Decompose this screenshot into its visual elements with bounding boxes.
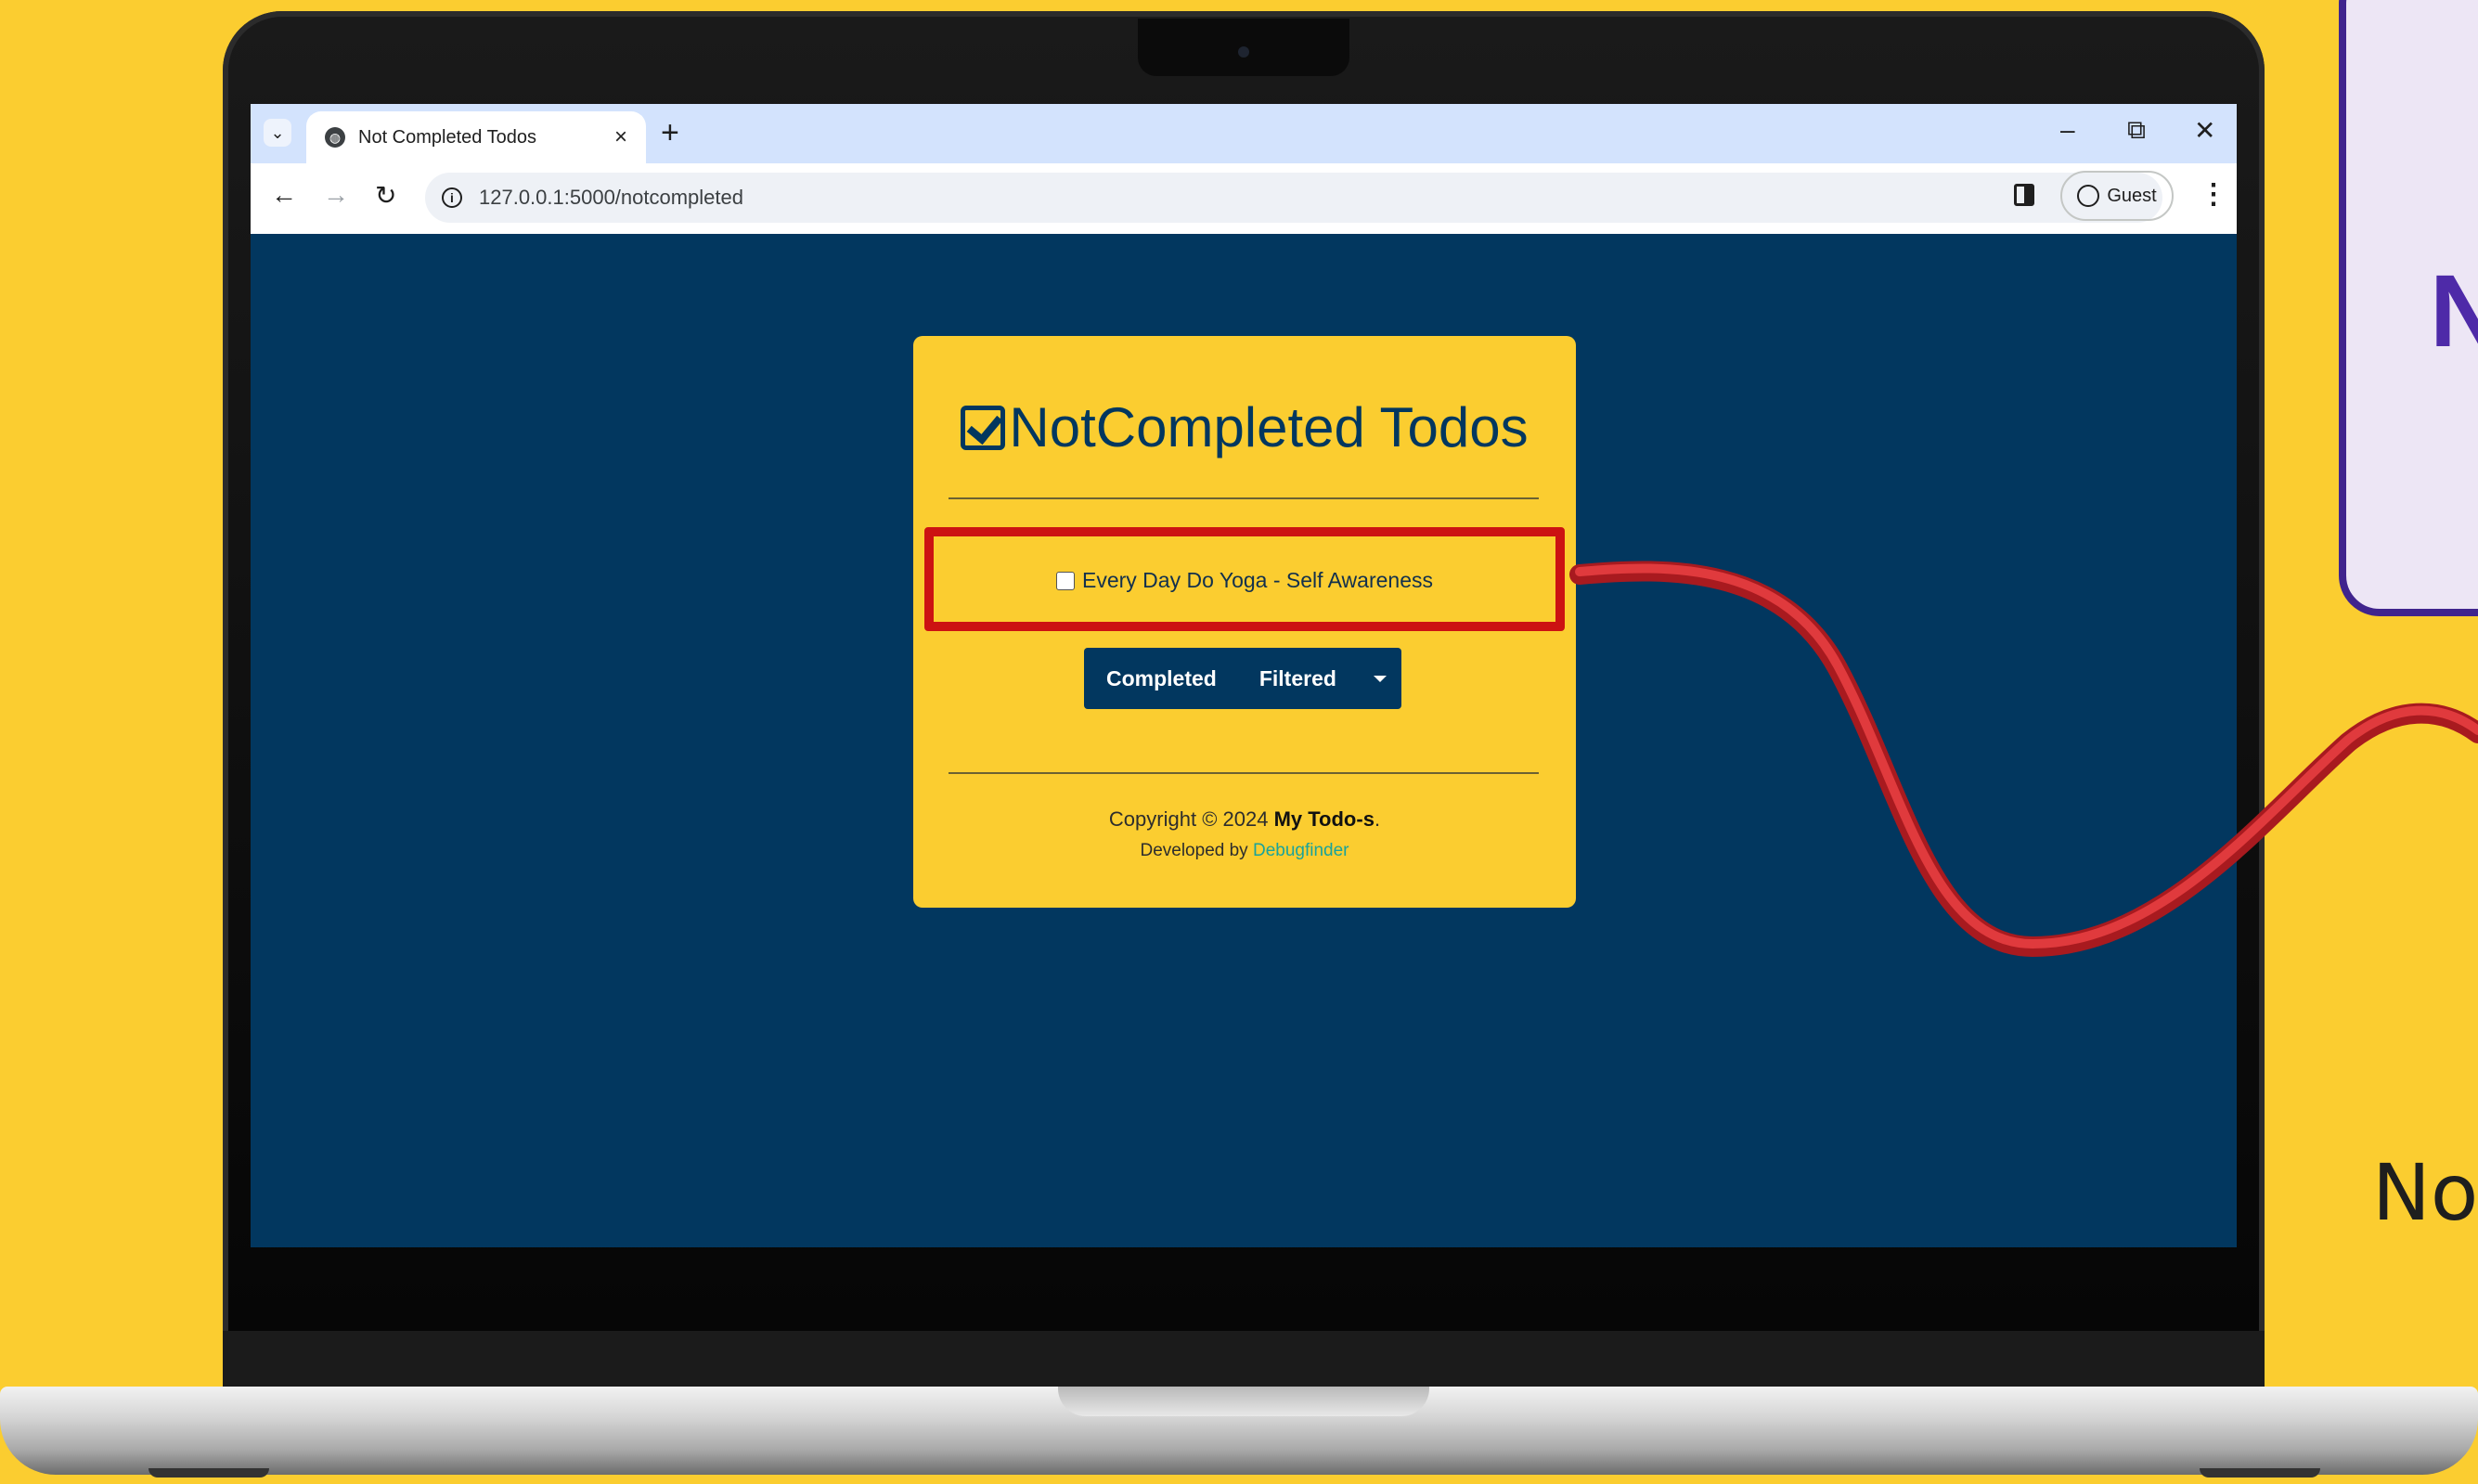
red-cable (1569, 561, 2478, 958)
